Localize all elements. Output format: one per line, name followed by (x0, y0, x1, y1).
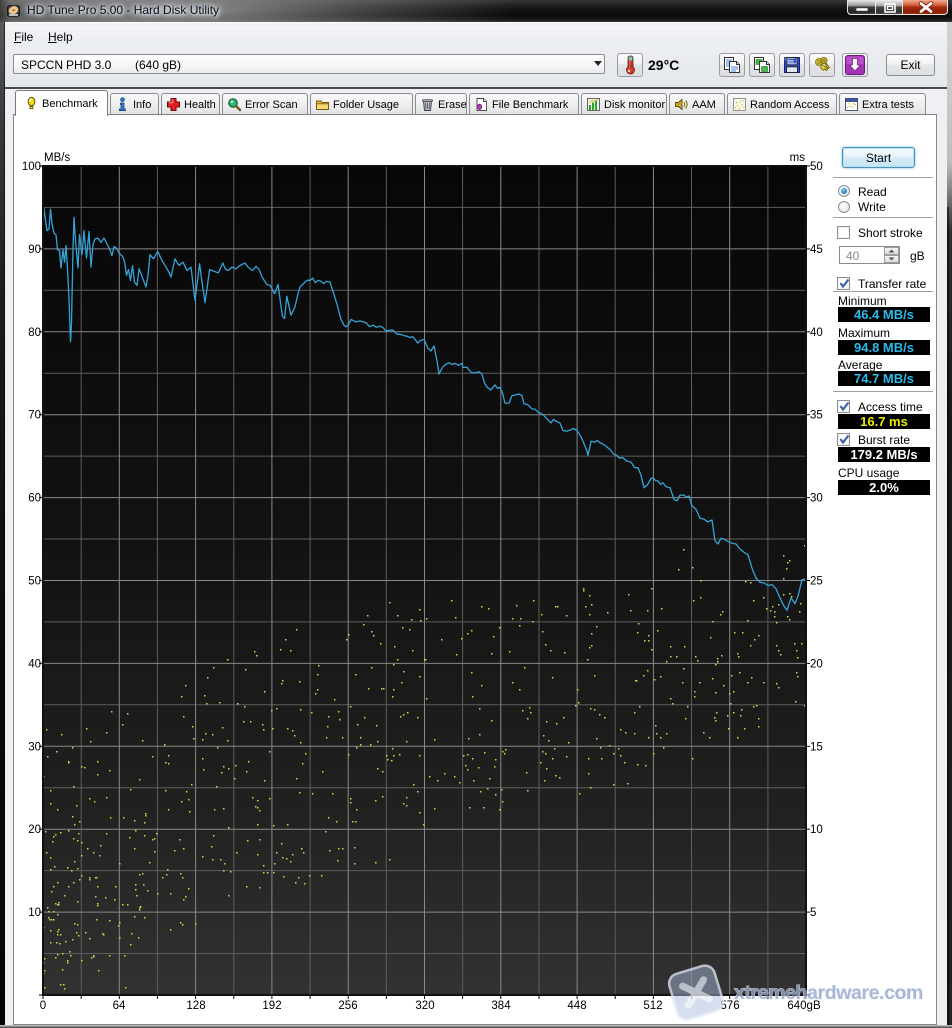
svg-text:30: 30 (810, 493, 823, 505)
svg-text:0: 0 (40, 1000, 46, 1012)
svg-text:90: 90 (28, 244, 41, 256)
svg-text:20: 20 (28, 824, 41, 836)
svg-text:64: 64 (113, 1000, 126, 1012)
svg-text:50: 50 (810, 161, 823, 173)
svg-text:192: 192 (262, 1000, 281, 1012)
svg-text:50: 50 (28, 576, 41, 588)
svg-text:40: 40 (28, 658, 41, 670)
svg-text:70: 70 (28, 410, 41, 422)
svg-text:512: 512 (643, 1000, 662, 1012)
svg-text:256: 256 (338, 1000, 357, 1012)
svg-text:ms: ms (790, 152, 806, 164)
svg-text:10: 10 (810, 824, 823, 836)
svg-text:20: 20 (810, 658, 823, 670)
svg-text:320: 320 (415, 1000, 434, 1012)
svg-text:384: 384 (491, 1000, 511, 1012)
svg-text:15: 15 (810, 741, 823, 753)
svg-text:xtremehardware.com: xtremehardware.com (734, 982, 923, 1004)
svg-text:MB/s: MB/s (44, 152, 70, 164)
svg-text:5: 5 (810, 907, 816, 919)
svg-text:10: 10 (28, 907, 41, 919)
svg-text:60: 60 (28, 493, 41, 505)
svg-text:45: 45 (810, 244, 823, 256)
svg-text:40: 40 (810, 327, 823, 339)
svg-text:35: 35 (810, 410, 823, 422)
svg-text:128: 128 (186, 1000, 205, 1012)
svg-text:100: 100 (22, 161, 41, 173)
svg-text:25: 25 (810, 576, 823, 588)
svg-text:80: 80 (28, 327, 41, 339)
svg-text:30: 30 (28, 741, 41, 753)
svg-text:448: 448 (567, 1000, 586, 1012)
